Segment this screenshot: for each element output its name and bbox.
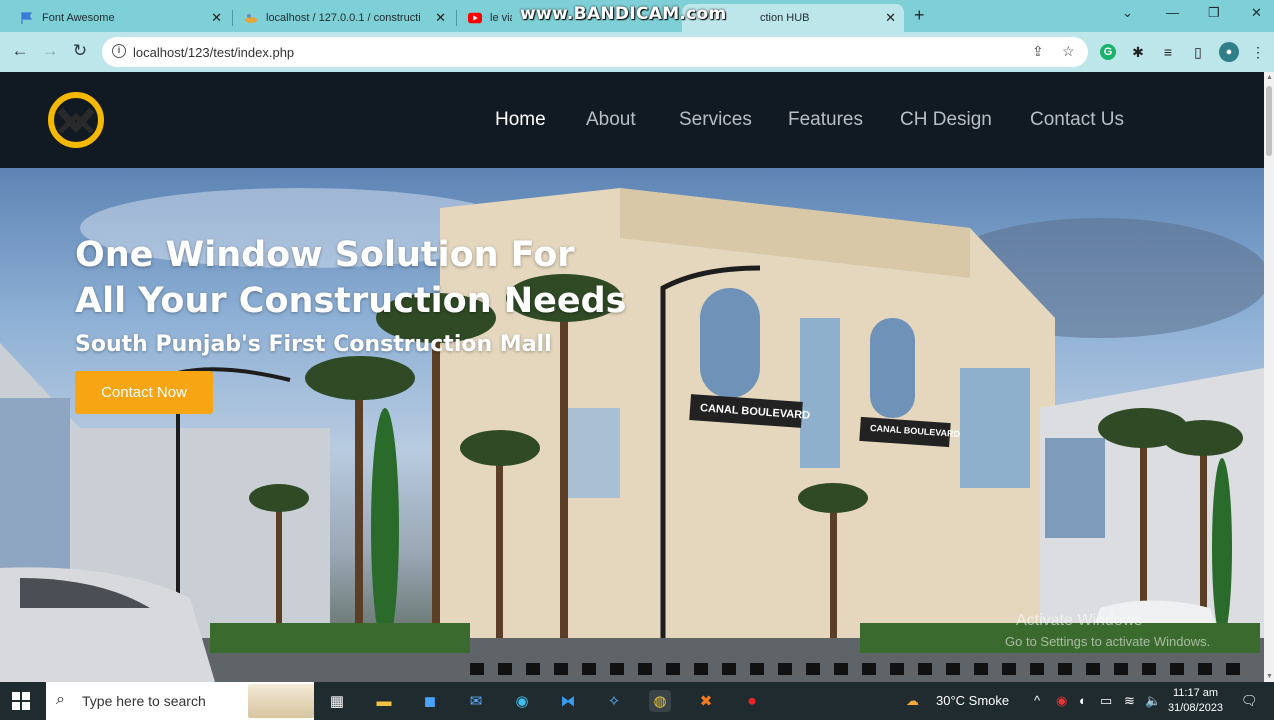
page-scrollbar[interactable]: ▲ ▼ (1264, 72, 1274, 682)
address-bar[interactable]: i localhost/123/test/index.php ⇪ ☆ (102, 37, 1088, 67)
hero-subtitle: South Punjab's First Construction Mall (75, 332, 552, 357)
edge-icon[interactable]: ◉ (511, 690, 533, 712)
tab-font-awesome[interactable]: Font Awesome ✕ (12, 4, 230, 32)
scroll-up-icon[interactable]: ▲ (1266, 74, 1273, 81)
nav-home[interactable]: Home (495, 109, 546, 131)
hero-section: CANAL BOULEVARD CANAL BOULEVARD One Wind… (0, 168, 1264, 682)
nav-ch-design[interactable]: CH Design (900, 109, 992, 131)
tab-youtube[interactable]: le via (460, 4, 520, 32)
site-info-icon[interactable]: i (112, 44, 126, 58)
bookmark-star-icon[interactable]: ☆ (1062, 43, 1075, 60)
grammarly-icon[interactable]: G (1100, 44, 1116, 60)
new-tab-icon[interactable]: + (914, 5, 925, 26)
back-icon[interactable]: ← (9, 41, 31, 61)
bandicam-watermark: www.BANDICAM.com (520, 4, 727, 24)
scrollbar-thumb[interactable] (1266, 86, 1272, 156)
minimize-icon[interactable]: — (1166, 5, 1179, 20)
file-explorer-icon[interactable]: ▬ (373, 690, 395, 712)
site-header: Home About Services Features CH Design C… (0, 72, 1264, 168)
reading-list-icon[interactable]: ≡ (1158, 42, 1178, 62)
close-tab-icon[interactable]: ✕ (211, 10, 222, 26)
nav-features[interactable]: Features (788, 109, 863, 131)
task-view-icon[interactable]: ▦ (326, 690, 348, 712)
app-icon[interactable]: ✧ (603, 690, 625, 712)
clock-date: 31/08/2023 (1168, 702, 1224, 714)
close-tab-icon[interactable]: ✕ (435, 10, 446, 26)
tab-title: le via (490, 12, 512, 24)
tab-search-icon[interactable]: ⌄ (1122, 5, 1133, 21)
clock-time: 11:17 am (1173, 687, 1219, 699)
tab-divider (232, 10, 233, 26)
tab-title: localhost / 127.0.0.1 / constructi (266, 12, 421, 24)
windows-taskbar: ⌕ Type here to search ▦ ▬ ◼ ✉ ◉ ⧓ ✧ ◍ ✖ … (0, 682, 1274, 720)
phpmyadmin-icon (244, 11, 258, 25)
microsoft-store-icon[interactable]: ◼ (419, 690, 441, 712)
browser-toolbar: ← → ↻ i localhost/123/test/index.php ⇪ ☆… (0, 32, 1274, 72)
close-window-icon[interactable]: ✕ (1251, 5, 1262, 21)
chrome-icon[interactable]: ◍ (649, 690, 671, 712)
url-text: localhost/123/test/index.php (133, 45, 295, 60)
browser-tab-bar: Font Awesome ✕ localhost / 127.0.0.1 / c… (0, 0, 1274, 32)
weather-text[interactable]: 30°C Smoke (936, 693, 1009, 708)
flag-icon (20, 11, 34, 25)
notifications-icon[interactable]: 🗨 (1241, 693, 1258, 709)
restore-icon[interactable]: ❐ (1208, 5, 1220, 21)
meet-now-icon[interactable]: ◐ (1079, 693, 1087, 708)
bandicam-record-icon[interactable]: ⏺ (741, 690, 763, 712)
nav-services[interactable]: Services (679, 109, 752, 131)
taskbar-search-box[interactable]: ⌕ Type here to search (46, 682, 314, 720)
reload-icon[interactable]: ↻ (69, 41, 91, 61)
browser-menu-icon[interactable]: ⋮ (1248, 42, 1268, 62)
activate-windows-title: Activate Windows (1016, 612, 1143, 629)
weather-icon[interactable]: ☁ (906, 693, 919, 709)
battery-icon[interactable]: ▭ (1100, 693, 1112, 709)
forward-icon[interactable]: → (39, 41, 61, 61)
logo-icon[interactable] (48, 92, 104, 148)
tab-title: ction HUB (760, 12, 810, 24)
nav-about[interactable]: About (586, 109, 636, 131)
recording-tray-icon[interactable]: ◉ (1056, 693, 1067, 709)
activate-windows-hint: Go to Settings to activate Windows. (1005, 634, 1211, 649)
website-viewport: Home About Services Features CH Design C… (0, 72, 1264, 682)
hero-title: One Window Solution For All Your Constru… (75, 235, 627, 321)
show-hidden-icons-icon[interactable]: ^ (1034, 693, 1040, 708)
contact-now-button[interactable]: Contact Now (75, 371, 213, 414)
vscode-icon[interactable]: ⧓ (557, 690, 579, 712)
youtube-icon (468, 11, 482, 25)
side-panel-icon[interactable]: ▯ (1188, 42, 1208, 62)
tab-title: Font Awesome (42, 12, 115, 24)
search-highlight-image (248, 684, 314, 718)
search-placeholder: Type here to search (82, 693, 206, 709)
tab-divider (456, 10, 457, 26)
search-icon: ⌕ (56, 691, 65, 708)
tab-phpmyadmin[interactable]: localhost / 127.0.0.1 / constructi ✕ (236, 4, 454, 32)
share-icon[interactable]: ⇪ (1032, 43, 1044, 60)
taskbar-clock[interactable]: 11:17 am 31/08/2023 (1168, 686, 1223, 716)
close-tab-icon[interactable]: ✕ (885, 10, 896, 26)
windows-start-icon[interactable] (12, 692, 30, 710)
mail-icon[interactable]: ✉ (465, 690, 487, 712)
volume-icon[interactable]: 🔈 (1145, 693, 1161, 709)
wifi-icon[interactable]: ≋ (1124, 693, 1135, 709)
nav-contact-us[interactable]: Contact Us (1030, 109, 1124, 131)
xampp-icon[interactable]: ✖ (695, 690, 717, 712)
scroll-down-icon[interactable]: ▼ (1266, 673, 1273, 680)
extensions-puzzle-icon[interactable]: ✱ (1128, 42, 1148, 62)
profile-avatar-icon[interactable]: ● (1219, 42, 1239, 62)
